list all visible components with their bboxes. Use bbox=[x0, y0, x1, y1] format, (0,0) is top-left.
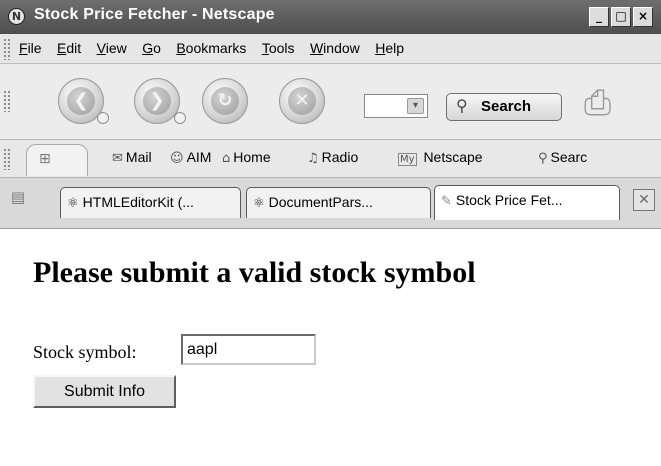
menu-view-rest: iew bbox=[105, 40, 127, 56]
menu-go-rest: o bbox=[153, 40, 161, 56]
new-tab-slot[interactable]: ⊞ bbox=[26, 144, 88, 176]
menu-bar: File Edit View Go Bookmarks Tools Window… bbox=[0, 34, 661, 64]
menu-edit-mnemonic: E bbox=[57, 40, 67, 56]
menu-help-rest: elp bbox=[385, 40, 405, 56]
menu-bookmarks-mnemonic: B bbox=[176, 40, 186, 56]
search-button[interactable]: ⚲ Search bbox=[446, 93, 562, 121]
tab-documentparser[interactable]: ⚛ DocumentPars... bbox=[246, 187, 431, 218]
menu-help[interactable]: Help bbox=[375, 40, 404, 56]
menu-bookmarks-rest: ookmarks bbox=[185, 40, 247, 56]
window-title: Stock Price Fetcher - Netscape bbox=[34, 6, 275, 23]
personal-toolbar: ⊞ ✉ Mail ☺ AIM ⌂ Home ♫ Radio My Netscape ⚲ S… bbox=[0, 140, 661, 178]
page-content: Please submit a valid stock symbol Stock… bbox=[0, 229, 661, 466]
page-heading: Please submit a valid stock symbol bbox=[33, 256, 476, 289]
close-window-button[interactable]: × bbox=[633, 7, 653, 27]
reload-icon: ↻ bbox=[211, 87, 239, 115]
menu-go-mnemonic: G bbox=[142, 40, 154, 56]
menu-window-rest: indow bbox=[323, 40, 360, 56]
magnifier-icon: ⚲ bbox=[456, 96, 468, 115]
tab-htmleditorkit[interactable]: ⚛ HTMLEditorKit (... bbox=[60, 187, 241, 218]
aim-label: AIM bbox=[186, 149, 212, 165]
menu-tools[interactable]: Tools bbox=[262, 40, 295, 56]
mail-icon: ✉ bbox=[112, 151, 123, 166]
url-field[interactable]: ▾ bbox=[364, 94, 428, 118]
menu-edit[interactable]: Edit bbox=[57, 40, 81, 56]
menu-edit-rest: dit bbox=[66, 40, 82, 56]
forward-history-dropdown[interactable] bbox=[174, 112, 186, 124]
minimize-button[interactable]: _ bbox=[589, 7, 609, 27]
radio-label: Radio bbox=[321, 149, 359, 165]
tab-bar: ▤ ⚛ HTMLEditorKit (... ⚛ DocumentPars... ✎… bbox=[0, 178, 661, 229]
menu-bookmarks[interactable]: Bookmarks bbox=[176, 40, 246, 56]
forward-arrow-icon: ❯ bbox=[143, 87, 171, 115]
stop-button[interactable]: ✕ bbox=[279, 78, 325, 124]
page-loaded-icon: ⚛ bbox=[253, 196, 265, 211]
menu-items: File Edit View Go Bookmarks Tools Window… bbox=[19, 40, 415, 58]
url-dropdown-button[interactable]: ▾ bbox=[407, 98, 424, 114]
my-netscape-icon: My bbox=[398, 153, 417, 166]
back-history-dropdown[interactable] bbox=[97, 112, 109, 124]
new-tab-icon: ⊞ bbox=[39, 151, 51, 167]
search-button-label: Search bbox=[481, 98, 532, 115]
maximize-button[interactable]: □ bbox=[611, 7, 631, 27]
menu-file[interactable]: File bbox=[19, 40, 42, 56]
netscape-label: Netscape bbox=[423, 149, 483, 165]
title-bar[interactable]: N Stock Price Fetcher - Netscape _ □ × bbox=[0, 0, 661, 35]
home-icon: ⌂ bbox=[222, 151, 231, 166]
window-controls: _ □ × bbox=[589, 7, 655, 27]
aim-icon: ☺ bbox=[170, 151, 184, 166]
search-icon: ⚲ bbox=[538, 151, 548, 166]
home-link[interactable]: ⌂ Home bbox=[222, 149, 271, 166]
menu-window-mnemonic: W bbox=[309, 40, 324, 56]
navbar-grip[interactable] bbox=[3, 90, 11, 112]
menu-view-mnemonic: V bbox=[96, 40, 106, 56]
personal-toolbar-grip[interactable] bbox=[3, 148, 11, 170]
radio-link[interactable]: ♫ Radio bbox=[307, 149, 358, 166]
print-icon[interactable]: ⎙ bbox=[584, 80, 644, 126]
home-label: Home bbox=[233, 149, 271, 165]
tab-label: DocumentPars... bbox=[268, 194, 373, 210]
tab-label: HTMLEditorKit (... bbox=[82, 194, 194, 210]
toolbar-grip[interactable] bbox=[3, 38, 11, 60]
menu-help-mnemonic: H bbox=[375, 40, 386, 56]
menu-tools-mnemonic: T bbox=[261, 40, 269, 56]
menu-tools-rest: ools bbox=[268, 40, 295, 56]
menu-file-rest: ile bbox=[27, 40, 42, 56]
close-tab-button[interactable]: ✕ bbox=[633, 189, 655, 211]
netscape-link[interactable]: My Netscape bbox=[398, 149, 483, 166]
tab-list-icon[interactable]: ▤ bbox=[8, 187, 28, 207]
bookmark-icon: ✎ bbox=[441, 194, 452, 209]
stock-symbol-input[interactable] bbox=[181, 334, 316, 365]
menu-view[interactable]: View bbox=[97, 40, 127, 56]
back-arrow-icon: ❮ bbox=[67, 87, 95, 115]
submit-info-button[interactable]: Submit Info bbox=[33, 375, 176, 408]
radio-icon: ♫ bbox=[307, 151, 319, 166]
menu-go[interactable]: Go bbox=[142, 40, 161, 56]
aim-link[interactable]: ☺ AIM bbox=[170, 149, 211, 166]
tab-label: Stock Price Fet... bbox=[455, 192, 563, 208]
stock-symbol-label: Stock symbol: bbox=[33, 342, 137, 362]
stop-icon: ✕ bbox=[288, 87, 316, 115]
netscape-logo-icon[interactable]: N bbox=[8, 8, 25, 25]
page-loaded-icon: ⚛ bbox=[67, 196, 79, 211]
search-link[interactable]: ⚲ Searc bbox=[538, 149, 587, 166]
mail-label: Mail bbox=[125, 149, 152, 165]
reload-button[interactable]: ↻ bbox=[202, 78, 248, 124]
menu-window[interactable]: Window bbox=[310, 40, 360, 56]
navigation-toolbar: ❮ ❯ ↻ ✕ ▾ ⚲ Search ⎙ bbox=[0, 64, 661, 140]
tab-stock-price-fetcher[interactable]: ✎ Stock Price Fet... bbox=[434, 185, 620, 220]
search-link-label: Searc bbox=[550, 149, 588, 165]
menu-file-mnemonic: F bbox=[19, 40, 28, 56]
mail-link[interactable]: ✉ Mail bbox=[112, 149, 152, 166]
browser-window: N Stock Price Fetcher - Netscape _ □ × Fil… bbox=[0, 0, 661, 466]
